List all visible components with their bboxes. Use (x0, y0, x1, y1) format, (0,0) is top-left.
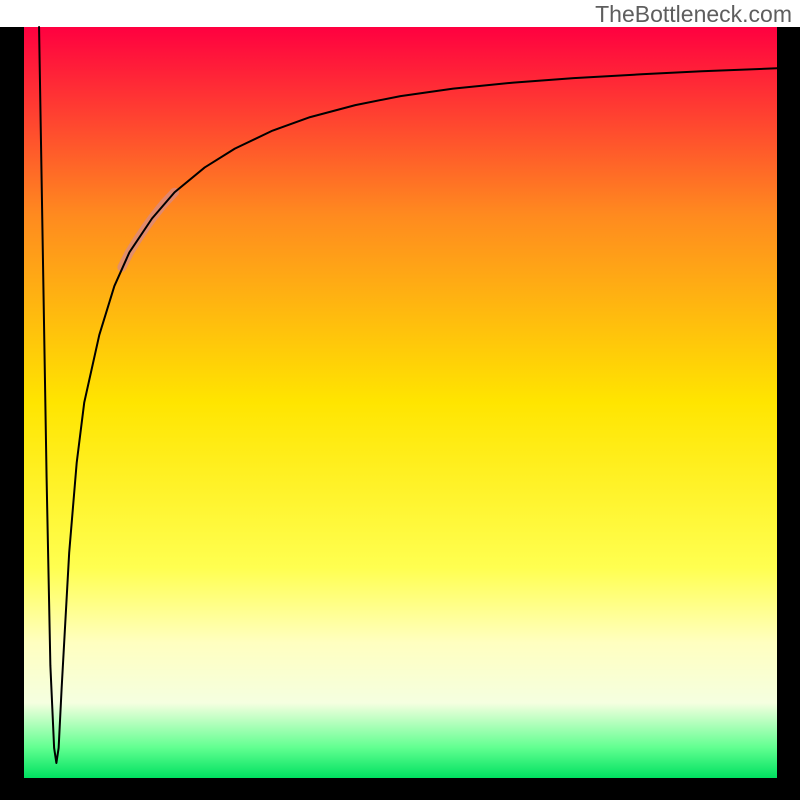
chart-container: TheBottleneck.com (0, 0, 800, 800)
watermark-text: TheBottleneck.com (595, 1, 792, 28)
plot-background (24, 27, 777, 778)
bottleneck-chart (0, 0, 800, 800)
